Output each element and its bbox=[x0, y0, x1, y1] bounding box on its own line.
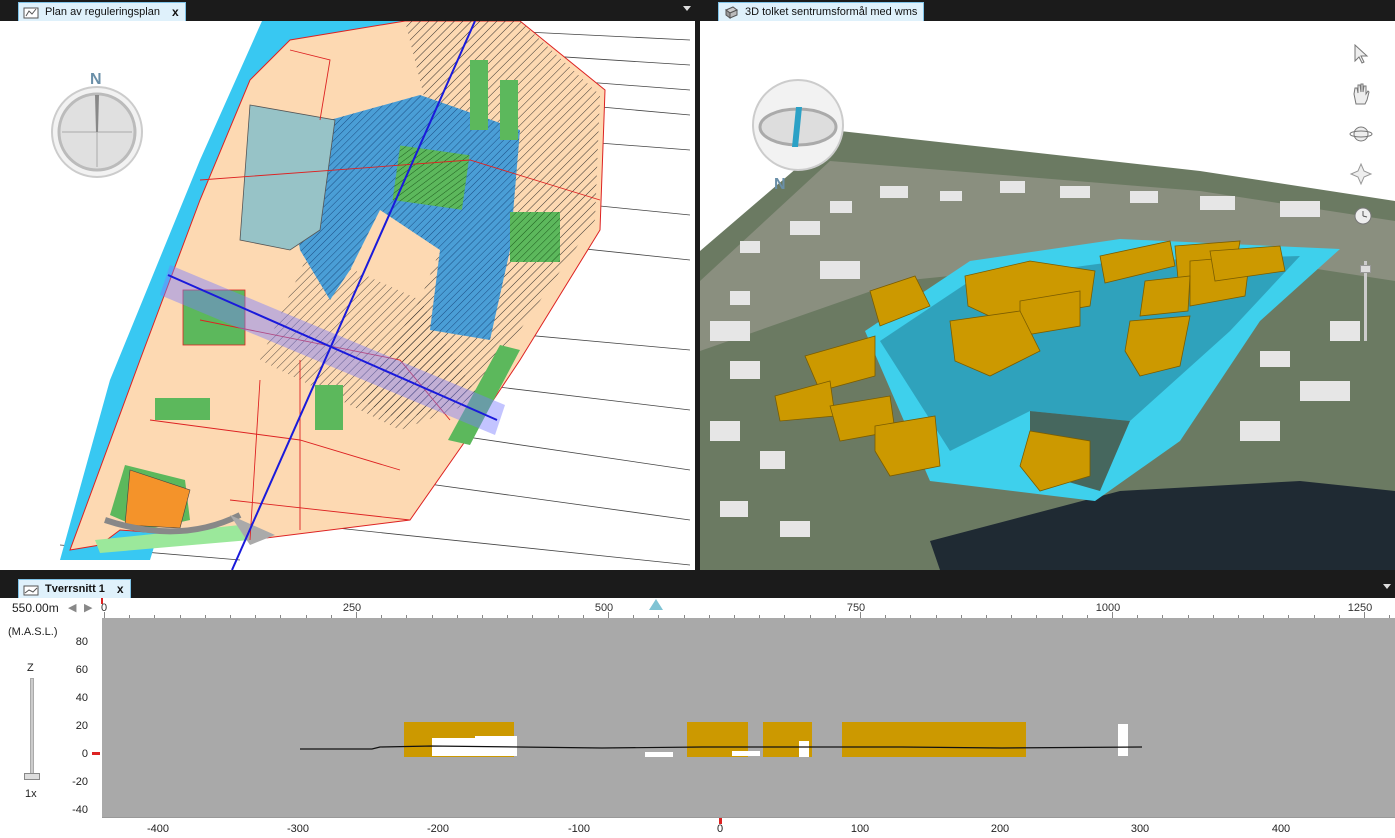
z-scale-slider-thumb[interactable] bbox=[24, 773, 40, 780]
x-tick-label: 400 bbox=[1271, 823, 1291, 835]
section-y-axis: (M.A.S.L.) Z 1x 80 60 40 20 0 -20 -40 bbox=[0, 618, 102, 838]
ruler-next-arrow-icon[interactable]: ▶ bbox=[84, 601, 92, 614]
3d-cube-icon bbox=[723, 5, 739, 19]
y-tick-label: 0 bbox=[81, 748, 88, 760]
tab-cross-section-label: Tverrsnitt 1 bbox=[45, 583, 105, 595]
x-tick-label: 300 bbox=[1130, 823, 1150, 835]
x-tick-label: -300 bbox=[286, 823, 310, 835]
tab-3d-label: 3D tolket sentrumsformål med wms bbox=[745, 6, 918, 18]
y-tick-label: 40 bbox=[75, 692, 88, 704]
y-zero-marker bbox=[92, 752, 100, 755]
ruler-label: 250 bbox=[342, 602, 362, 614]
x-tick-label: 0 bbox=[716, 823, 724, 835]
clock-icon[interactable] bbox=[1350, 203, 1376, 229]
3d-scene-canvas[interactable]: N bbox=[700, 21, 1395, 570]
plan-menu-chevron-down-icon[interactable] bbox=[683, 6, 691, 11]
x-tick-label: -100 bbox=[567, 823, 591, 835]
tab-plan-close-button[interactable]: x bbox=[172, 5, 179, 19]
plan-map-canvas[interactable]: N bbox=[0, 21, 695, 570]
plan-view-panel: Plan av reguleringsplan x N bbox=[0, 0, 695, 570]
ruler-label: 750 bbox=[846, 602, 866, 614]
cross-section-icon bbox=[23, 583, 39, 596]
orbit-icon[interactable] bbox=[1348, 121, 1374, 147]
x-tick-label: -200 bbox=[426, 823, 450, 835]
compass-widget[interactable]: N bbox=[45, 71, 149, 179]
plan-tabstrip: Plan av reguleringsplan x bbox=[0, 0, 695, 21]
x-tick-label: -400 bbox=[146, 823, 170, 835]
y-tick-label: 60 bbox=[75, 664, 88, 676]
x-tick-label: 200 bbox=[990, 823, 1010, 835]
hand-pan-icon[interactable] bbox=[1348, 81, 1374, 107]
pointer-icon[interactable] bbox=[1348, 41, 1374, 67]
z-scale-slider[interactable] bbox=[24, 678, 40, 780]
y-axis-unit: (M.A.S.L.) bbox=[8, 626, 58, 638]
cross-section-menu-chevron-down-icon[interactable] bbox=[1383, 584, 1391, 589]
3d-compass-north-label: N bbox=[774, 176, 786, 193]
terrain-profile-line bbox=[300, 745, 1143, 750]
cross-section-tabstrip: Tverrsnitt 1 x bbox=[0, 576, 1395, 598]
tab-cross-section[interactable]: Tverrsnitt 1 x bbox=[18, 579, 131, 598]
compass-north-label: N bbox=[90, 71, 102, 88]
tab-cross-section-close-button[interactable]: x bbox=[117, 582, 124, 596]
cross-section-canvas[interactable] bbox=[102, 618, 1395, 817]
tab-plan[interactable]: Plan av reguleringsplan x bbox=[18, 2, 186, 21]
ruler-label: 1250 bbox=[1347, 602, 1373, 614]
z-label: Z bbox=[27, 662, 34, 674]
ruler-position-marker[interactable] bbox=[649, 599, 663, 610]
tab-plan-label: Plan av reguleringsplan bbox=[45, 6, 160, 18]
ruler-prev-arrow-icon[interactable]: ◀ bbox=[68, 601, 76, 614]
3d-compass-widget[interactable]: N bbox=[748, 75, 848, 195]
x-zero-marker bbox=[719, 818, 722, 824]
map-icon bbox=[23, 6, 39, 19]
fly-icon[interactable] bbox=[1348, 161, 1374, 187]
3d-tabstrip: 3D tolket sentrumsformål med wms bbox=[700, 0, 1395, 21]
z-zoom-label: 1x bbox=[25, 788, 37, 800]
y-tick-label: -20 bbox=[72, 776, 88, 788]
3d-view-panel: 3D tolket sentrumsformål med wms N bbox=[700, 0, 1395, 570]
distance-ruler[interactable]: 550.00m ◀ ▶ 0 250 500 750 1000 1250 bbox=[0, 598, 1395, 618]
y-tick-label: -40 bbox=[72, 804, 88, 816]
y-tick-label: 20 bbox=[75, 720, 88, 732]
ruler-label: 1000 bbox=[1095, 602, 1121, 614]
x-tick-label: 100 bbox=[850, 823, 870, 835]
zoom-slider[interactable] bbox=[1360, 261, 1372, 341]
section-x-axis: -400 -300 -200 -100 0 100 200 300 400 bbox=[102, 817, 1395, 838]
y-tick-label: 80 bbox=[75, 636, 88, 648]
ruler-label: 500 bbox=[594, 602, 614, 614]
section-distance: 550.00m bbox=[12, 601, 59, 615]
tab-3d[interactable]: 3D tolket sentrumsformål med wms bbox=[718, 2, 925, 21]
